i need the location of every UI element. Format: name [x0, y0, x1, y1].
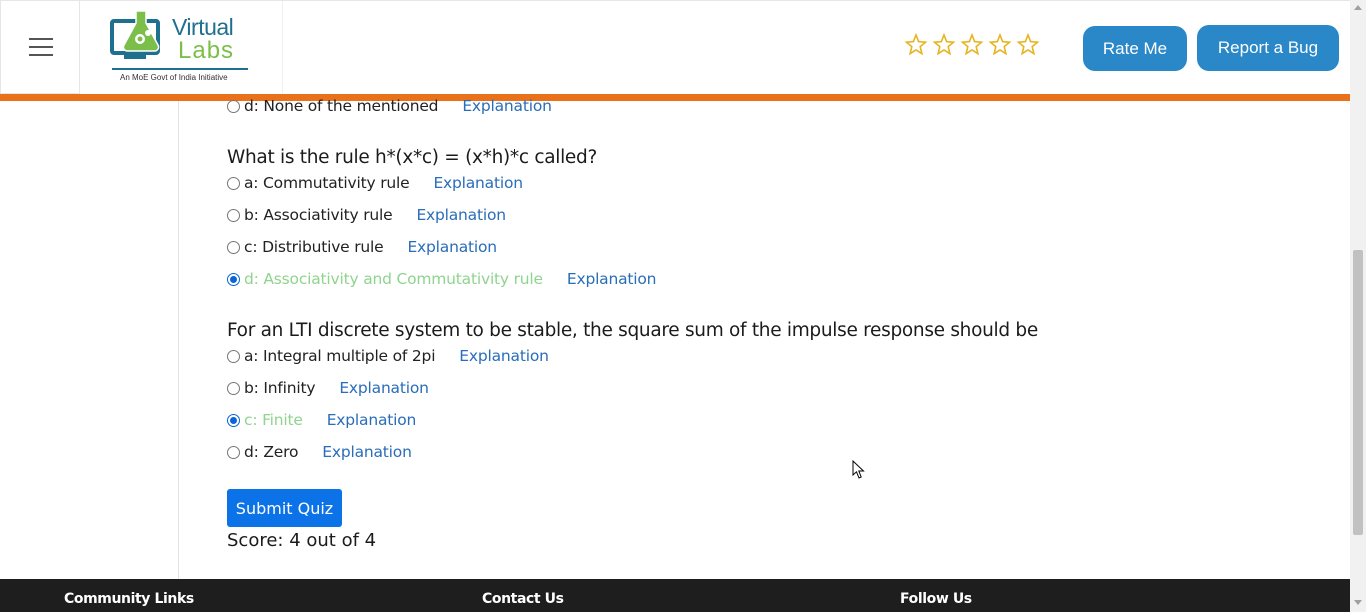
option-radio[interactable] [227, 349, 240, 363]
option-radio[interactable] [227, 445, 240, 459]
scroll-thumb[interactable] [1353, 250, 1363, 535]
option-radio[interactable] [227, 272, 240, 286]
explanation-link[interactable]: Explanation [462, 97, 552, 115]
scroll-up-arrow-icon[interactable] [1354, 5, 1362, 10]
option-label: b: Infinity [244, 379, 316, 397]
option-label: b: Associativity rule [244, 206, 393, 224]
option-label: d: Associativity and Commutativity rule [244, 270, 543, 288]
option-label: d: None of the mentioned [244, 97, 439, 115]
quiz-option: d: Associativity and Commutativity rule … [227, 268, 657, 290]
option-label: c: Finite [244, 411, 303, 429]
hamburger-icon [29, 38, 53, 56]
virtual-labs-logo[interactable]: Virtual Labs An MoE Govt of India Initia… [80, 1, 283, 94]
quiz-option: d: None of the mentioned Explanation [227, 95, 552, 117]
star-icon[interactable] [932, 33, 956, 57]
site-footer: Community Links Contact Us Follow Us [0, 579, 1350, 612]
logo-underline [112, 68, 248, 70]
explanation-link[interactable]: Explanation [407, 238, 497, 256]
quiz-option: d: Zero Explanation [227, 441, 412, 463]
score-text: Score: 4 out of 4 [227, 530, 377, 551]
option-radio[interactable] [227, 176, 240, 190]
logo-tagline: An MoE Govt of India Initiative [120, 73, 228, 82]
vertical-scrollbar[interactable] [1350, 0, 1366, 612]
menu-button[interactable] [0, 1, 80, 94]
footer-follow-us[interactable]: Follow Us [900, 591, 972, 607]
report-bug-button[interactable]: Report a Bug [1197, 25, 1339, 71]
rate-me-button[interactable]: Rate Me [1083, 26, 1187, 71]
quiz-option: b: Associativity rule Explanation [227, 204, 506, 226]
star-icon[interactable] [1016, 33, 1040, 57]
explanation-link[interactable]: Explanation [322, 443, 412, 461]
flask-monitor-icon [110, 10, 160, 59]
explanation-link[interactable]: Explanation [339, 379, 429, 397]
footer-contact-us[interactable]: Contact Us [482, 591, 564, 607]
rating-stars [904, 33, 1040, 57]
option-label: d: Zero [244, 443, 299, 461]
header-accent-bar [0, 94, 1350, 101]
submit-quiz-button[interactable]: Submit Quiz [227, 489, 342, 527]
logo-word-labs: Labs [178, 37, 235, 64]
option-label: c: Distributive rule [244, 238, 384, 256]
option-label: a: Integral multiple of 2pi [244, 347, 436, 365]
star-icon[interactable] [988, 33, 1012, 57]
option-radio[interactable] [227, 99, 240, 113]
explanation-link[interactable]: Explanation [459, 347, 549, 365]
option-radio[interactable] [227, 381, 240, 395]
explanation-link[interactable]: Explanation [327, 411, 417, 429]
explanation-link[interactable]: Explanation [433, 174, 523, 192]
question-text: For an LTI discrete system to be stable,… [227, 320, 1038, 341]
quiz-option: b: Infinity Explanation [227, 377, 429, 399]
option-radio[interactable] [227, 240, 240, 254]
question-text: What is the rule h*(x*c) = (x*h)*c calle… [227, 147, 597, 168]
explanation-link[interactable]: Explanation [567, 270, 657, 288]
option-label: a: Commutativity rule [244, 174, 410, 192]
scroll-down-arrow-icon[interactable] [1354, 600, 1362, 605]
quiz-option: c: Finite Explanation [227, 409, 416, 431]
star-icon[interactable] [960, 33, 984, 57]
site-header: Virtual Labs An MoE Govt of India Initia… [0, 0, 1350, 94]
quiz-option: c: Distributive rule Explanation [227, 236, 497, 258]
option-radio[interactable] [227, 413, 240, 427]
quiz-option: a: Commutativity rule Explanation [227, 172, 523, 194]
footer-community-links[interactable]: Community Links [64, 591, 194, 607]
quiz-option: a: Integral multiple of 2pi Explanation [227, 345, 549, 367]
option-radio[interactable] [227, 208, 240, 222]
star-icon[interactable] [904, 33, 928, 57]
sidebar-divider [178, 101, 179, 579]
explanation-link[interactable]: Explanation [416, 206, 506, 224]
mouse-cursor-icon [852, 460, 865, 479]
